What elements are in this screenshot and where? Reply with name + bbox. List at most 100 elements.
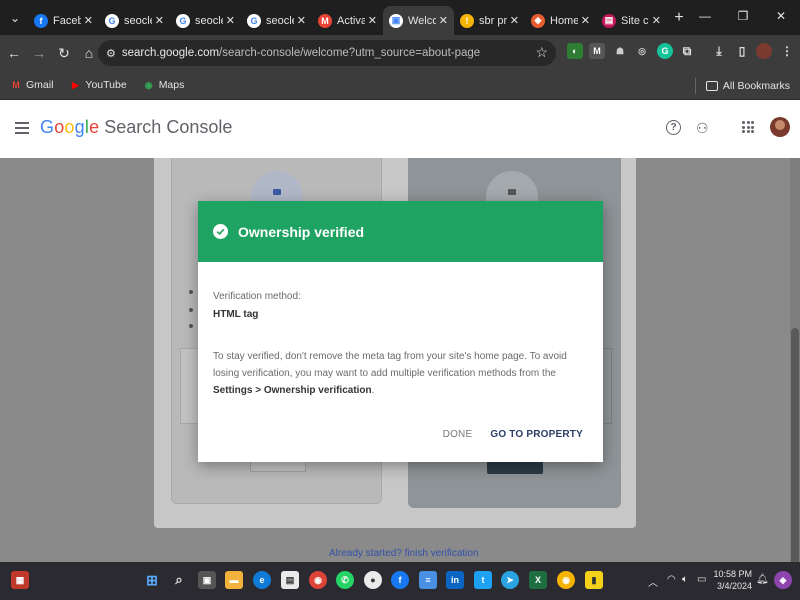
wifi-icon[interactable]: ◠ [667, 574, 676, 585]
facebook-icon: f [34, 13, 48, 28]
taskbar-clock[interactable]: 10:58 PM 3/4/2024 [712, 568, 752, 592]
bookmark-label: Maps [158, 79, 185, 91]
help-icon[interactable]: ? [666, 120, 681, 135]
bookmark-star-icon[interactable]: ☆ [535, 44, 548, 61]
bullet-marker [189, 290, 193, 294]
side-panel-icon[interactable]: ▯ [734, 43, 750, 59]
chrome-profile-icon[interactable]: ◉ [557, 571, 575, 589]
app-icon[interactable]: ● [364, 571, 382, 589]
extension-leaf-icon[interactable]: ◐ [567, 43, 583, 59]
whatsapp-icon[interactable]: ✆ [336, 571, 354, 589]
tab-close-icon[interactable]: ✕ [368, 14, 377, 27]
browser-tab[interactable]: ▤ Site con✕ [596, 6, 667, 35]
extension-robot-icon[interactable]: ☗ [612, 43, 628, 59]
message-text: To stay verified, don't remove the meta … [213, 351, 567, 379]
telegram-icon[interactable]: ➤ [501, 571, 519, 589]
search-console-icon: ▣ [389, 13, 403, 28]
store-icon[interactable]: ▤ [281, 571, 299, 589]
finish-verification-link[interactable]: Already started? finish verification [329, 548, 479, 559]
tab-search-menu-icon[interactable]: ⌄ [2, 5, 28, 31]
notepad-icon[interactable]: ≡ [419, 571, 437, 589]
browser-tab[interactable]: M Activate✕ [312, 6, 383, 35]
twitter-icon[interactable]: t [474, 571, 492, 589]
all-bookmarks-button[interactable]: All Bookmarks [694, 78, 790, 94]
download-icon[interactable]: ⤓ [711, 43, 727, 59]
bookmark-label: YouTube [85, 79, 127, 91]
start-icon[interactable]: ⊞ [143, 571, 161, 589]
tab-close-icon[interactable]: ✕ [155, 14, 164, 27]
tab-close-icon[interactable]: ✕ [297, 14, 306, 27]
browser-tab[interactable]: f Facebook✕ [28, 6, 99, 35]
extension-owl-icon[interactable]: ◎ [634, 43, 650, 59]
account-avatar[interactable] [770, 117, 790, 137]
search-icon[interactable]: ⌕ [170, 571, 188, 589]
wordmark-letter: o [64, 117, 75, 137]
task-view-icon[interactable]: ▣ [198, 571, 216, 589]
chrome-icon[interactable]: ◉ [309, 571, 327, 589]
home-icon[interactable]: ⌂ [78, 45, 100, 61]
go-to-property-button[interactable]: GO TO PROPERTY [490, 429, 583, 440]
tab-close-icon[interactable]: ✕ [510, 14, 519, 27]
manage-users-icon[interactable]: ⚇ [696, 120, 709, 137]
tab-title: Welcome [408, 14, 436, 27]
browser-tab[interactable]: ! sbr pro✕ [454, 6, 525, 35]
profile-avatar-icon[interactable] [756, 43, 772, 59]
extension-m-icon[interactable]: M [589, 43, 605, 59]
browser-tab[interactable]: Gseoclerk✕ [170, 6, 241, 35]
wordmark-letter: e [89, 117, 100, 137]
grammarly-icon[interactable]: G [657, 43, 673, 59]
bookmark-item[interactable]: ▶ YouTube [69, 79, 127, 91]
file-explorer-icon[interactable]: ▬ [225, 571, 243, 589]
tab-title: seoclerk [124, 14, 152, 27]
bookmark-item[interactable]: ◉ Maps [143, 79, 185, 91]
edge-icon[interactable]: e [253, 571, 271, 589]
clock-date: 3/4/2024 [716, 581, 752, 591]
tab-close-icon[interactable]: ✕ [226, 14, 235, 27]
wordmark-letter: o [54, 117, 65, 137]
tab-close-icon[interactable]: ✕ [439, 14, 448, 27]
tab-close-icon[interactable]: ✕ [581, 14, 590, 27]
tray-chevron-icon[interactable]: ︿ [648, 574, 658, 589]
battery-icon[interactable]: ▭ [697, 574, 706, 585]
tab-strip: ⌄ fFacebook✕Gseoclerk✕Gseoclerk✕Gseocler… [0, 0, 800, 35]
excel-icon[interactable]: X [529, 571, 547, 589]
verification-message: To stay verified, don't remove the meta … [213, 348, 573, 399]
main-menu-icon[interactable] [15, 122, 29, 134]
google-apps-icon[interactable] [742, 121, 754, 133]
volume-icon[interactable]: 🔈︎ [682, 574, 688, 585]
tab-title: Activate [337, 14, 365, 27]
widgets-icon[interactable]: ▦ [11, 571, 29, 589]
browser-tab[interactable]: Gseoclerk✕ [99, 6, 170, 35]
browser-tab[interactable]: ▣ Welcome✕ [383, 6, 454, 35]
google-icon: G [176, 13, 190, 28]
address-bar[interactable]: ⚙ search.google.com/search-console/welco… [98, 40, 556, 66]
scrollbar-thumb[interactable] [791, 328, 799, 562]
restore-icon[interactable]: ❐ [724, 0, 762, 32]
bookmark-item[interactable]: M Gmail [10, 79, 53, 91]
tab-close-icon[interactable]: ✕ [84, 14, 93, 27]
product-name: Search Console [104, 117, 233, 137]
page-scrollbar[interactable] [790, 158, 800, 562]
tab-close-icon[interactable]: ✕ [652, 14, 661, 27]
notification-bell-icon[interactable]: 🔔︎ [756, 574, 769, 585]
youtube-icon: ▶ [71, 79, 79, 90]
reload-icon[interactable]: ↻ [53, 45, 75, 62]
linkedin-icon[interactable]: in [446, 571, 464, 589]
forward-icon[interactable]: → [28, 45, 50, 61]
close-window-icon[interactable]: ✕ [762, 0, 800, 32]
copilot-icon[interactable]: ◈ [774, 571, 792, 589]
done-button[interactable]: DONE [443, 429, 473, 440]
bullet-marker [189, 324, 193, 328]
site-info-icon[interactable]: ⚙ [106, 47, 116, 60]
minimize-icon[interactable]: — [686, 0, 724, 32]
menu-kebab-icon[interactable]: ⋮ [779, 43, 795, 59]
all-bookmarks-label: All Bookmarks [722, 80, 790, 92]
back-icon[interactable]: ← [3, 45, 25, 61]
sticky-notes-icon[interactable]: ▮ [585, 571, 603, 589]
extensions-puzzle-icon[interactable]: ⧉ [679, 43, 695, 59]
search-console-logo[interactable]: Google Search Console [40, 117, 232, 138]
facebook-icon[interactable]: f [391, 571, 409, 589]
browser-tab[interactable]: ◆ Home ✕ [525, 6, 596, 35]
dialog-title: Ownership verified [238, 223, 365, 240]
browser-tab[interactable]: Gseoclerk✕ [241, 6, 312, 35]
